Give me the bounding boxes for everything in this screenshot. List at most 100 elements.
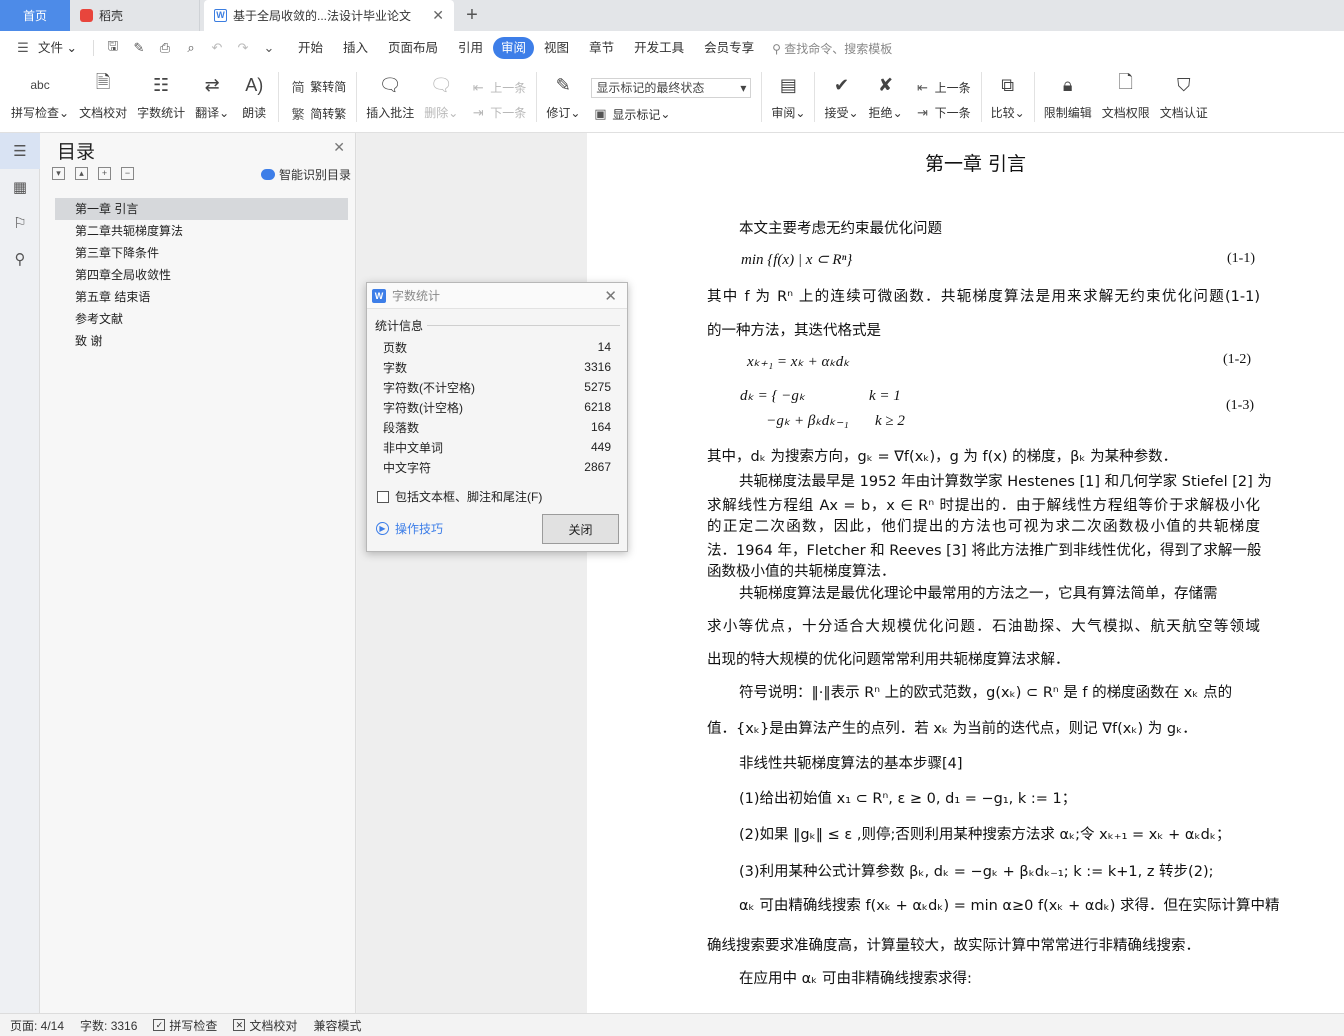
insert-comment-label: 插入批注: [366, 106, 415, 120]
collapse-icon[interactable]: ▾: [52, 167, 65, 180]
stats-table: 页数 14 字数 3316 字符数(不计空格) 5275 字符数(计空格) 6218 段落数 16…: [383, 337, 611, 477]
toc-title: 目录: [57, 142, 96, 163]
proofread-label: 文档校对: [79, 106, 128, 120]
spell-check-button[interactable]: abc 拼写检查⌄: [6, 65, 74, 129]
word-count-button[interactable]: ☷ 字数统计: [132, 65, 190, 129]
delete-comment-button[interactable]: 🗨 删除⌄: [419, 65, 463, 129]
stats-row: 非中文单词 449: [383, 437, 611, 457]
undo-icon[interactable]: ↶: [204, 37, 230, 59]
simp-to-trad-button[interactable]: 繁简转繁: [289, 104, 347, 123]
doc-certify-button[interactable]: ⛉ 文档认证: [1155, 65, 1213, 129]
toc-item[interactable]: 第五章 结束语: [55, 286, 348, 308]
ribbon-divider: [980, 72, 982, 122]
read-aloud-button[interactable]: A) 朗读: [234, 65, 274, 129]
menu-item[interactable]: 页面布局: [378, 37, 448, 59]
status-bar: 页面: 4/14 字数: 3316 ✓ 拼写检查 ✕ 文档校对 兼容模式: [0, 1013, 1344, 1036]
menu-item[interactable]: 开发工具: [624, 37, 694, 59]
translate-icon: ⇄: [204, 74, 220, 95]
restrict-editing-button[interactable]: 🔒︎ 限制编辑: [1039, 65, 1097, 129]
hamburger-icon[interactable]: ☰: [10, 37, 36, 59]
menu-item[interactable]: 视图: [534, 37, 579, 59]
dialog-titlebar[interactable]: W 字数统计: [367, 283, 627, 309]
stats-row: 页数 14: [383, 337, 611, 357]
workspace-background: [357, 133, 587, 1013]
format-painter-icon[interactable]: ✎: [126, 37, 152, 59]
menu-item[interactable]: 会员专享: [694, 37, 764, 59]
proofread-icon: 🗎: [95, 72, 111, 92]
menu-item[interactable]: 插入: [333, 37, 378, 59]
toc-item[interactable]: 第三章下降条件: [55, 242, 348, 264]
save-icon[interactable]: 🖫: [100, 37, 126, 59]
toc-item[interactable]: 第二章共轭梯度算法: [55, 220, 348, 242]
word-count-label: 字数统计: [137, 106, 186, 120]
proofread-status-label: 文档校对: [249, 1018, 298, 1033]
compare-button[interactable]: ⧉ 比较⌄: [986, 65, 1030, 129]
redo-icon[interactable]: ↷: [230, 37, 256, 59]
next-comment-button[interactable]: ⇥ 下一条: [469, 104, 526, 121]
menu-item[interactable]: 引用: [448, 37, 493, 59]
close-icon[interactable]: ✕: [604, 287, 617, 305]
doc-permission-button[interactable]: 🗋 文档权限: [1097, 65, 1155, 129]
toc-item[interactable]: 第四章全局收敛性: [55, 264, 348, 286]
menu-item[interactable]: 开始: [288, 37, 333, 59]
doc-line: 函数极小值的共轭梯度算法．: [707, 564, 896, 580]
trad-to-simp-button[interactable]: 简繁转简: [289, 77, 347, 96]
close-tab-icon[interactable]: ✕: [432, 7, 444, 24]
translate-button[interactable]: ⇄ 翻译⌄: [190, 65, 234, 129]
remove-icon[interactable]: −: [121, 167, 134, 180]
stats-label: 字数: [383, 360, 408, 375]
toc-item[interactable]: 参考文献: [55, 308, 348, 330]
tab-document[interactable]: W 基于全局收敛的...法设计毕业论文 ✕: [204, 0, 454, 31]
accept-button[interactable]: ✔ 接受⌄: [819, 65, 863, 129]
menu-item[interactable]: 审阅: [493, 37, 535, 59]
close-icon[interactable]: ✕: [333, 139, 345, 156]
word-count-indicator[interactable]: 字数: 3316: [80, 1017, 137, 1034]
toc-item[interactable]: 第一章 引言: [55, 198, 348, 220]
tips-link[interactable]: ▶ 操作技巧: [376, 520, 443, 537]
reject-label: 拒绝⌄: [868, 106, 903, 120]
next-change-button[interactable]: ⇥ 下一条: [914, 104, 970, 121]
smart-toc-button[interactable]: 智能识别目录: [260, 166, 351, 183]
checkbox-box: [377, 490, 389, 503]
print-preview-icon[interactable]: ⌕: [178, 37, 204, 59]
add-icon[interactable]: +: [98, 167, 111, 180]
toc-item[interactable]: 致 谢: [55, 330, 348, 352]
review-pane-button[interactable]: ▤ 审阅⌄: [766, 65, 810, 129]
chapter-pane-icon[interactable]: ▦: [0, 169, 40, 205]
command-search[interactable]: ⚲ 查找命令、搜索模板: [772, 40, 892, 57]
proofread-status[interactable]: ✕ 文档校对: [233, 1017, 297, 1034]
search-icon[interactable]: ⚲: [0, 241, 40, 277]
markup-state-select[interactable]: 显示标记的最终状态 ▾: [591, 77, 752, 98]
spell-check-status[interactable]: ✓ 拼写检查: [153, 1017, 217, 1034]
menu-item[interactable]: 章节: [579, 37, 624, 59]
insert-comment-button[interactable]: 🗨 插入批注: [361, 65, 419, 129]
chevron-down-icon[interactable]: ⌄: [256, 37, 282, 59]
doc-proofread-button[interactable]: 🗎 文档校对: [74, 65, 132, 129]
command-search-placeholder: 查找命令、搜索模板: [784, 41, 893, 56]
print-icon[interactable]: ⎙: [152, 37, 178, 59]
word-count-dialog: W 字数统计 ✕ 统计信息 页数 14 字数 3316 字符数(不计空格) 5275 字符数…: [366, 282, 628, 552]
doc-line: 其中 f 为 Rⁿ 上的连续可微函数．共轭梯度算法是用来求解无约束优化问题(1-…: [707, 289, 1260, 305]
prev-change-button[interactable]: ⇤ 上一条: [914, 79, 970, 96]
file-menu[interactable]: 文件 ⌄: [36, 37, 87, 59]
page-indicator[interactable]: 页面: 4/14: [10, 1017, 64, 1034]
track-changes-button[interactable]: ✎ 修订⌄: [541, 65, 585, 129]
toc-pane-icon[interactable]: ☰: [0, 133, 40, 169]
tab-docer[interactable]: 稻壳: [70, 0, 200, 31]
doc-line: 求解线性方程组 Ax = b，x ∈ Rⁿ 时提出的．由于解线性方程组等价于求解…: [707, 498, 1260, 514]
prev-comment-button[interactable]: ⇤ 上一条: [469, 79, 526, 96]
tab-home[interactable]: 首页: [0, 0, 70, 31]
file-menu-label: 文件: [38, 41, 64, 55]
ribbon-divider: [761, 72, 763, 122]
bookmark-icon[interactable]: ⚐: [0, 205, 40, 241]
tips-label: 操作技巧: [395, 522, 444, 536]
show-markup-button[interactable]: ▣ 显示标记 ⌄: [591, 106, 751, 123]
include-footnotes-checkbox[interactable]: 包括文本框、脚注和尾注(F): [377, 488, 542, 505]
reject-button[interactable]: ✘ 拒绝⌄: [864, 65, 908, 129]
expand-icon[interactable]: ▴: [75, 167, 88, 180]
document-page[interactable]: 第一章 引言 本文主要考虑无约束最优化问题 min {f(x) | x ⊂ Rⁿ…: [587, 133, 1344, 1013]
close-button[interactable]: 关闭: [542, 514, 619, 544]
read-aloud-icon: A): [245, 74, 264, 95]
new-tab-button[interactable]: +: [454, 0, 490, 31]
doc-line: 在应用中 αₖ 可由非精确线搜索求得:: [739, 971, 972, 987]
